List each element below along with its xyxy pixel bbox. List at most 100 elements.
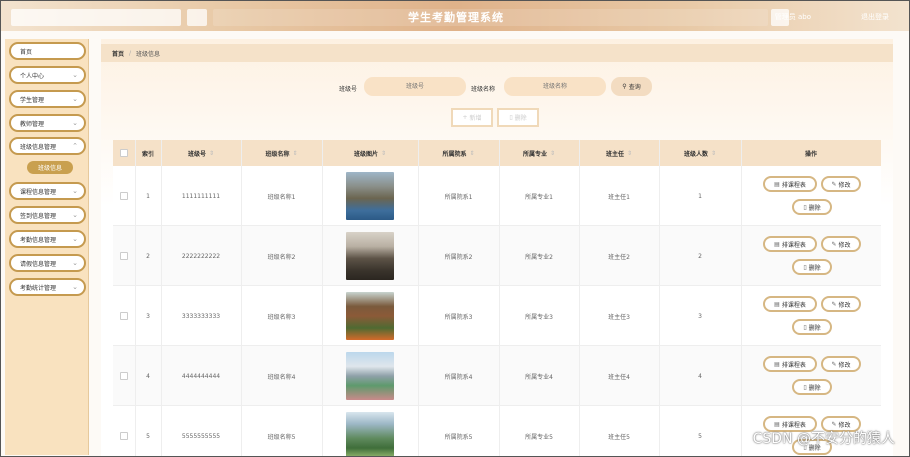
row-checkbox[interactable] — [120, 192, 128, 200]
class-name-input[interactable] — [504, 77, 606, 96]
pencil-icon: ✎ — [831, 300, 837, 308]
pencil-icon: ✎ — [831, 360, 837, 368]
cell-count: 4 — [698, 372, 702, 380]
schedule-button[interactable]: ▤ 排课程表 — [763, 236, 817, 252]
cell-count: 3 — [698, 312, 702, 320]
class-table: 索引 班级号 ⇕ 班级名称 ⇕ 班级图片 ⇕ 所属院系 ⇕ 所属专业 ⇕ 班主任 ⇕ 班级人… — [113, 140, 881, 456]
row-checkbox[interactable] — [120, 372, 128, 380]
sidebar-item-teachers[interactable]: 教师管理 ⌄ — [9, 114, 86, 132]
header-major[interactable]: 所属专业 ⇕ — [499, 140, 579, 166]
cell-major: 所属专业5 — [525, 433, 553, 441]
logout-link[interactable]: 退出登录 — [861, 12, 889, 22]
sidebar-item-home[interactable]: 首页 — [9, 42, 86, 60]
cell-class-no: 1111111111 — [181, 192, 221, 200]
sidebar-item-leave[interactable]: 请假信息管理 ⌄ — [9, 254, 86, 272]
sidebar-item-label: 学生管理 — [20, 96, 45, 104]
cell-teacher: 班主任5 — [608, 433, 630, 441]
table-row: 2 2222222222 班级名称2 所属院系2 所属专业2 班主任2 2 ▤ 排… — [113, 226, 881, 286]
table-row: 4 4444444444 班级名称4 所属院系4 所属专业4 班主任4 4 ▤ 排… — [113, 346, 881, 406]
chevron-down-icon: ⌄ — [72, 187, 78, 195]
class-no-label: 班级号 — [339, 86, 358, 93]
header-class-name[interactable]: 班级名称 ⇕ — [241, 140, 322, 166]
sidebar-item-label: 签到信息管理 — [20, 212, 57, 220]
row-select-cell — [113, 346, 135, 406]
cell-class-name: 班级名称3 — [267, 313, 296, 321]
header-class-no[interactable]: 班级号 ⇕ — [161, 140, 241, 166]
sidebar-item-label: 请假信息管理 — [20, 260, 57, 268]
sidebar-item-attendance[interactable]: 考勤信息管理 ⌄ — [9, 230, 86, 248]
add-button[interactable]: + 新增 — [451, 108, 493, 127]
sidebar-item-courses[interactable]: 课程信息管理 ⌄ — [9, 182, 86, 200]
delete-button[interactable]: ▯ 删除 — [792, 319, 832, 335]
sidebar-item-classes[interactable]: 班级信息管理 ⌃ — [9, 137, 86, 155]
query-button-label: 查询 — [628, 84, 641, 91]
batch-delete-button[interactable]: ▯ 删除 — [497, 108, 539, 127]
row-checkbox[interactable] — [120, 252, 128, 260]
trash-icon: ▯ — [803, 383, 807, 391]
cell-index: 5 — [146, 432, 150, 440]
header-label: 班级图片 — [353, 150, 378, 158]
sidebar-item-students[interactable]: 学生管理 ⌄ — [9, 90, 86, 108]
calendar-icon: ▤ — [774, 300, 780, 308]
schedule-button[interactable]: ▤ 排课程表 — [763, 296, 817, 312]
sidebar-item-label: 个人中心 — [20, 72, 45, 80]
sidebar-item-label: 班级信息管理 — [20, 143, 57, 151]
column-divider — [322, 140, 323, 456]
cell-college: 所属院系3 — [444, 313, 473, 321]
cell-index: 4 — [146, 372, 150, 380]
cell-class-name: 班级名称4 — [267, 373, 296, 381]
class-photo — [346, 412, 394, 456]
delete-button[interactable]: ▯ 删除 — [792, 379, 832, 395]
column-divider — [741, 140, 742, 456]
cell-teacher: 班主任1 — [608, 193, 630, 201]
row-select-cell — [113, 166, 135, 226]
select-all-checkbox[interactable] — [120, 149, 128, 157]
edit-button[interactable]: ✎ 修改 — [821, 356, 861, 372]
delete-button[interactable]: ▯ 删除 — [792, 259, 832, 275]
schedule-button[interactable]: ▤ 排课程表 — [763, 356, 817, 372]
edit-button[interactable]: ✎ 修改 — [821, 296, 861, 312]
breadcrumb-current: 班级信息 — [136, 50, 161, 58]
edit-label: 修改 — [838, 181, 851, 189]
column-divider — [241, 140, 242, 456]
sidebar-subitem-class-info[interactable]: 班级信息 — [27, 161, 73, 174]
header-count[interactable]: 班级人数 ⇕ — [659, 140, 741, 166]
main-content: 首页 / 班级信息 班级号 班级名称 ⚲查询 +新增 ▯删除 索引 班级号⇕ 班… — [101, 39, 893, 456]
select-all-cell — [113, 140, 135, 166]
header-label: 班级号 — [187, 150, 206, 158]
schedule-button[interactable]: ▤ 排课程表 — [763, 176, 817, 192]
row-checkbox[interactable] — [120, 432, 128, 440]
watermark: CSDN @不安分的猿人 — [752, 431, 895, 447]
edit-button[interactable]: ✎ 修改 — [821, 176, 861, 192]
chevron-down-icon: ⌄ — [72, 283, 78, 291]
cell-class-no: 2222222222 — [181, 252, 221, 260]
delete-button[interactable]: ▯ 删除 — [792, 199, 832, 215]
header-college[interactable]: 所属院系 ⇕ — [418, 140, 499, 166]
header-photo[interactable]: 班级图片 ⇕ — [322, 140, 418, 166]
cell-major: 所属专业1 — [525, 193, 553, 201]
sort-icon: ⇕ — [469, 149, 475, 157]
chevron-down-icon: ⌄ — [72, 211, 78, 219]
schedule-label: 排课程表 — [781, 301, 806, 309]
cell-index: 2 — [146, 252, 150, 260]
current-user: 管理员 abo — [774, 13, 811, 21]
row-checkbox[interactable] — [120, 312, 128, 320]
chevron-up-icon: ⌃ — [72, 142, 78, 150]
edit-label: 修改 — [838, 361, 851, 369]
sidebar-item-profile[interactable]: 个人中心 ⌄ — [9, 66, 86, 84]
trash-icon: ▯ — [803, 203, 807, 211]
pencil-icon: ✎ — [831, 180, 837, 188]
class-no-input[interactable] — [364, 77, 466, 96]
class-name-label: 班级名称 — [471, 86, 496, 93]
query-button[interactable]: ⚲ 查询 — [611, 77, 652, 96]
cell-count: 2 — [698, 252, 702, 260]
schedule-label: 排课程表 — [781, 241, 806, 249]
schedule-label: 排课程表 — [781, 361, 806, 369]
column-divider — [659, 140, 660, 456]
cell-teacher: 班主任4 — [608, 373, 630, 381]
header-teacher[interactable]: 班主任 ⇕ — [579, 140, 659, 166]
breadcrumb-home[interactable]: 首页 — [112, 49, 124, 58]
sidebar-item-stats[interactable]: 考勤统计管理 ⌄ — [9, 278, 86, 296]
sidebar-item-checkin[interactable]: 签到信息管理 ⌄ — [9, 206, 86, 224]
edit-button[interactable]: ✎ 修改 — [821, 236, 861, 252]
